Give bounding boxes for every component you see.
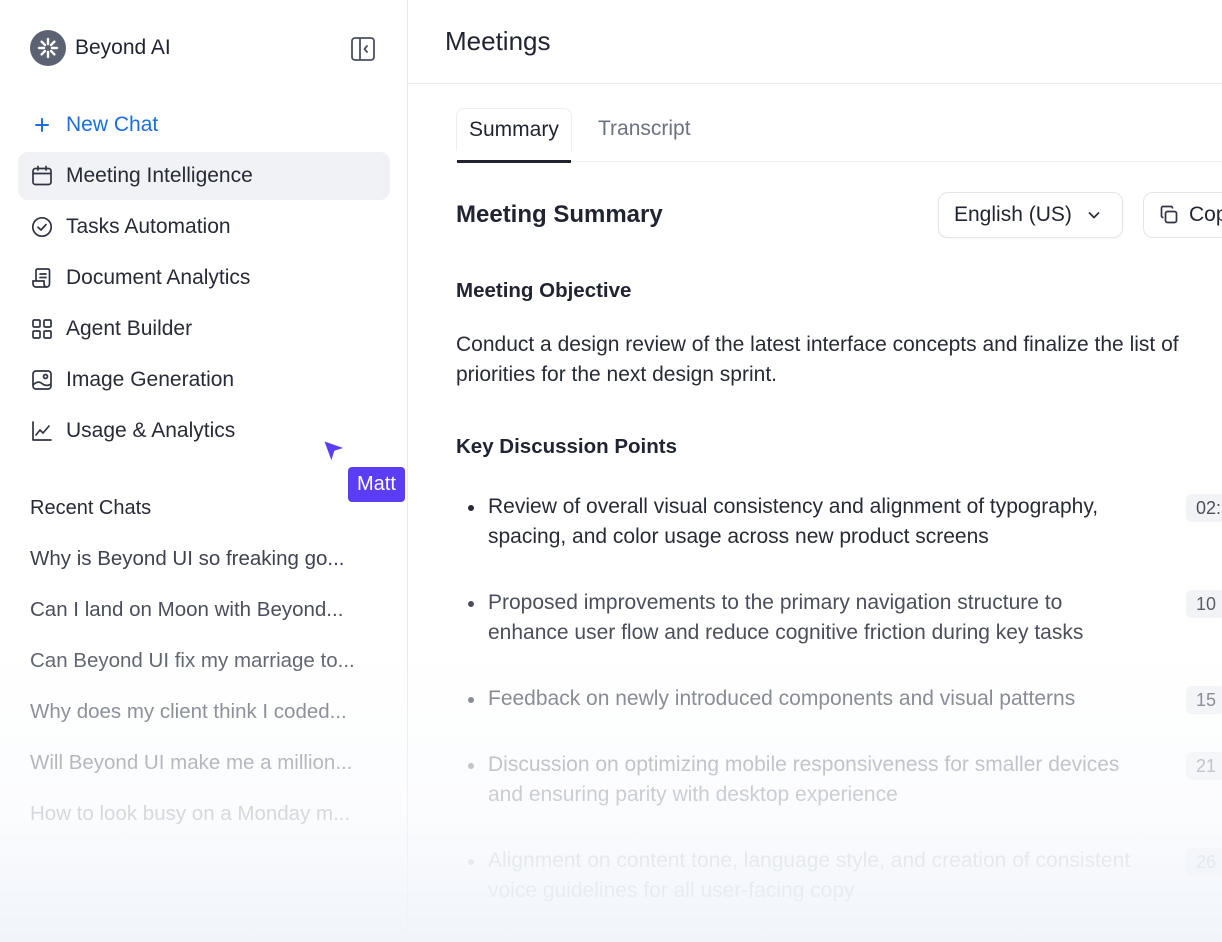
tab-summary[interactable]: Summary [456, 108, 572, 163]
brand-name: Beyond AI [75, 36, 171, 59]
discussion-point: Discussion on optimizing mobile responsi… [464, 750, 1222, 810]
bullet-icon [468, 763, 474, 769]
copy-label: Copy [1189, 203, 1222, 226]
collaborator-cursor-icon [320, 437, 350, 472]
main-panel: Meetings Summary Transcript Meeting Summ… [408, 0, 1222, 942]
sidebar-item-label: Usage & Analytics [66, 419, 236, 442]
discussion-point-text: Discussion on optimizing mobile responsi… [488, 753, 1120, 806]
tab-bar: Summary Transcript [456, 104, 1222, 163]
objective-heading: Meeting Objective [456, 279, 632, 302]
sidebar-item-label: Agent Builder [66, 317, 193, 340]
line-chart-icon [30, 419, 54, 443]
grid-icon [30, 317, 54, 341]
discussion-point-text: Review of overall visual consistency and… [488, 495, 1099, 548]
chevron-down-icon [1086, 207, 1102, 223]
sidebar-item-agent-builder[interactable]: Agent Builder [18, 305, 390, 353]
app-window: Beyond AI New Chat Meeting Intelligence … [0, 0, 1222, 942]
recent-chat-item[interactable]: Why does my client think I coded... [30, 700, 390, 751]
plus-icon [30, 113, 54, 137]
sidebar-item-label: Tasks Automation [66, 215, 231, 238]
recent-chat-item[interactable]: Can I land on Moon with Beyond... [30, 598, 390, 649]
key-points-heading: Key Discussion Points [456, 435, 678, 458]
sidebar-nav: New Chat Meeting Intelligence Tasks Auto… [18, 101, 390, 458]
recent-chat-item[interactable]: How to look busy on a Monday m... [30, 802, 390, 853]
discussion-point: Review of overall visual consistency and… [464, 492, 1222, 552]
sidebar-item-document-analytics[interactable]: Document Analytics [18, 254, 390, 302]
sidebar-item-meeting-intelligence[interactable]: Meeting Intelligence [18, 152, 390, 200]
discussion-point-text: Alignment on content tone, language styl… [488, 849, 1131, 902]
recent-chats-list: Why is Beyond UI so freaking go... Can I… [30, 547, 390, 853]
timestamp-badge[interactable]: 02: [1186, 494, 1222, 522]
brand[interactable]: Beyond AI [30, 30, 171, 66]
brand-logo-icon [30, 30, 66, 66]
bullet-icon [468, 601, 474, 607]
sidebar-item-tasks-automation[interactable]: Tasks Automation [18, 203, 390, 251]
document-icon [30, 266, 54, 290]
timestamp-badge[interactable]: 26 [1186, 848, 1222, 876]
timestamp-badge[interactable]: 10 [1186, 590, 1222, 618]
recent-chats-heading: Recent Chats [30, 497, 152, 519]
check-circle-icon [30, 215, 54, 239]
discussion-point: Feedback on newly introduced components … [464, 684, 1222, 714]
copy-button[interactable]: Copy [1143, 192, 1222, 238]
language-dropdown[interactable]: English (US) [938, 192, 1123, 238]
sidebar-item-image-generation[interactable]: Image Generation [18, 356, 390, 404]
timestamp-badge[interactable]: 15 [1186, 686, 1222, 714]
main-header: Meetings [408, 0, 1222, 84]
language-selected-value: English (US) [954, 203, 1072, 226]
recent-chat-item[interactable]: Why is Beyond UI so freaking go... [30, 547, 390, 598]
copy-icon [1159, 205, 1179, 225]
collaborator-name-tag: Matt [348, 467, 405, 502]
recent-chat-item[interactable]: Will Beyond UI make me a million... [30, 751, 390, 802]
discussion-point: Proposed improvements to the primary nav… [464, 588, 1222, 648]
sidebar-item-label: Document Analytics [66, 266, 251, 289]
calendar-icon [30, 164, 54, 188]
sidebar-item-label: Meeting Intelligence [66, 164, 253, 187]
bullet-icon [468, 697, 474, 703]
new-chat-button[interactable]: New Chat [18, 101, 390, 149]
meeting-summary-title: Meeting Summary [456, 201, 663, 228]
recent-chat-item[interactable]: Can Beyond UI fix my marriage to... [30, 649, 390, 700]
sidebar-item-label: Image Generation [66, 368, 235, 391]
bullet-icon [468, 505, 474, 511]
sidebar-collapse-icon[interactable] [349, 35, 377, 63]
discussion-point-text: Feedback on newly introduced components … [488, 687, 1076, 710]
objective-text: Conduct a design review of the latest in… [456, 333, 1179, 386]
page-title: Meetings [445, 26, 551, 56]
new-chat-label: New Chat [66, 113, 159, 136]
discussion-points-list: Review of overall visual consistency and… [464, 492, 1222, 906]
timestamp-badge[interactable]: 21 [1186, 752, 1222, 780]
discussion-point: Alignment on content tone, language styl… [464, 846, 1222, 906]
tab-transcript[interactable]: Transcript [598, 108, 691, 150]
image-icon [30, 368, 54, 392]
discussion-point-text: Proposed improvements to the primary nav… [488, 591, 1084, 644]
bullet-icon [468, 859, 474, 865]
